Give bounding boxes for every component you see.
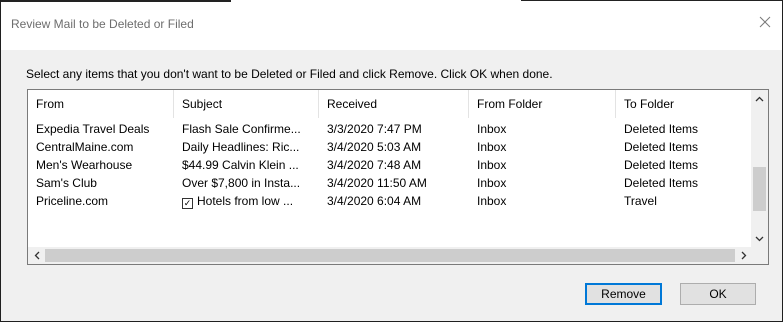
- cell-subject: Daily Headlines: Ric...: [182, 140, 300, 154]
- column-header-subject[interactable]: Subject: [174, 90, 319, 118]
- column-header-to-folder[interactable]: To Folder: [616, 90, 752, 118]
- cell-from: Men's Wearhouse: [36, 158, 133, 172]
- row-checkbox[interactable]: ✓: [182, 198, 193, 209]
- column-header-from-folder[interactable]: From Folder: [469, 90, 616, 118]
- vertical-scroll-thumb[interactable]: [753, 167, 766, 211]
- ok-button[interactable]: OK: [680, 283, 756, 305]
- cell-from: CentralMaine.com: [36, 140, 134, 154]
- scroll-right-button[interactable]: [735, 247, 752, 264]
- cell-to-folder: Deleted Items: [624, 122, 699, 136]
- list-row[interactable]: CentralMaine.com Daily Headlines: Ric...…: [28, 138, 752, 156]
- cell-to-folder: Deleted Items: [624, 158, 699, 172]
- cell-received: 3/3/2020 7:47 PM: [327, 122, 422, 136]
- chevron-right-icon: [741, 251, 746, 260]
- cell-to-folder: Deleted Items: [624, 140, 699, 154]
- column-header-row: From Subject Received From Folder To Fol…: [28, 90, 752, 118]
- cell-from-folder: Inbox: [477, 122, 507, 136]
- cell-subject-text: Hotels from low ...: [197, 194, 294, 208]
- horizontal-scroll-thumb[interactable]: [45, 249, 735, 262]
- chevron-down-icon: [755, 236, 764, 241]
- cell-from-folder: Inbox: [477, 158, 507, 172]
- cell-from-folder: Inbox: [477, 176, 507, 190]
- list-row[interactable]: Expedia Travel Deals Flash Sale Confirme…: [28, 120, 752, 138]
- scroll-left-button[interactable]: [28, 247, 45, 264]
- title-bar[interactable]: Review Mail to be Deleted or Filed: [1, 0, 782, 50]
- chevron-left-icon: [34, 251, 39, 260]
- scroll-down-button[interactable]: [751, 230, 768, 247]
- column-header-received[interactable]: Received: [319, 90, 469, 118]
- horizontal-scrollbar[interactable]: [28, 247, 752, 264]
- chevron-up-icon: [755, 96, 764, 101]
- column-header-from[interactable]: From: [28, 90, 174, 118]
- list-row[interactable]: Sam's Club Over $7,800 in Insta... 3/4/2…: [28, 174, 752, 192]
- dialog-window: Review Mail to be Deleted or Filed Selec…: [0, 0, 783, 322]
- cell-to-folder: Deleted Items: [624, 176, 699, 190]
- window-title: Review Mail to be Deleted or Filed: [11, 17, 194, 31]
- close-button[interactable]: [748, 8, 782, 36]
- window-top-border: [1, 0, 231, 2]
- list-rows: Expedia Travel Deals Flash Sale Confirme…: [28, 120, 752, 210]
- mail-list[interactable]: From Subject Received From Folder To Fol…: [27, 89, 769, 265]
- list-row[interactable]: Men's Wearhouse $44.99 Calvin Klein ... …: [28, 156, 752, 174]
- cell-from-folder: Inbox: [477, 194, 507, 208]
- cell-from: Expedia Travel Deals: [36, 122, 150, 136]
- cell-subject: Flash Sale Confirme...: [182, 122, 301, 136]
- cell-subject: ✓ Hotels from low ...: [174, 192, 319, 210]
- cell-subject: $44.99 Calvin Klein ...: [182, 158, 299, 172]
- remove-button[interactable]: Remove: [585, 283, 662, 305]
- cell-to-folder: Travel: [624, 194, 657, 208]
- instruction-text: Select any items that you don't want to …: [26, 67, 553, 81]
- cell-received: 3/4/2020 7:48 AM: [327, 158, 422, 172]
- cell-received: 3/4/2020 11:50 AM: [327, 176, 427, 190]
- cell-from-folder: Inbox: [477, 140, 507, 154]
- cell-from: Sam's Club: [36, 176, 97, 190]
- close-icon: [759, 16, 771, 28]
- scroll-up-button[interactable]: [751, 90, 768, 107]
- cell-received: 3/4/2020 6:04 AM: [327, 194, 422, 208]
- list-row[interactable]: Priceline.com ✓ Hotels from low ... 3/4/2…: [28, 192, 752, 210]
- scrollbar-corner: [751, 247, 768, 264]
- vertical-scrollbar[interactable]: [751, 90, 768, 247]
- cell-received: 3/4/2020 5:03 AM: [327, 140, 422, 154]
- cell-subject: Over $7,800 in Insta...: [182, 176, 301, 190]
- cell-from: Priceline.com: [36, 194, 109, 208]
- window-top-border-right: [521, 0, 782, 1]
